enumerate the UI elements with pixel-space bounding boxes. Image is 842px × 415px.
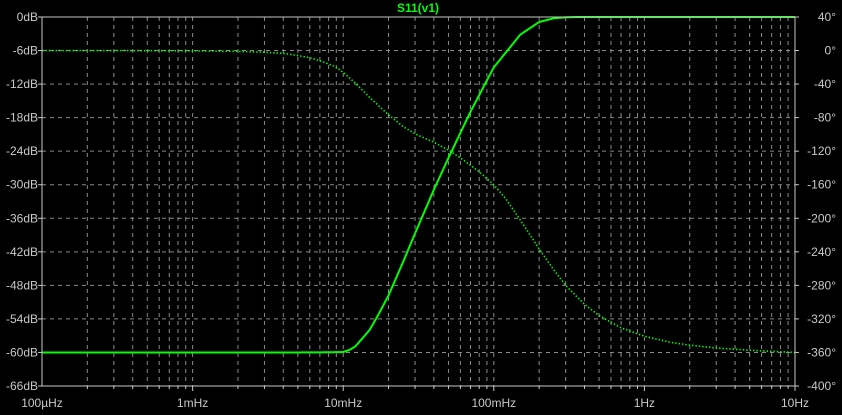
y-left-tick-label: -42dB — [6, 245, 38, 259]
y-left-tick-label: 0dB — [17, 10, 38, 24]
x-tick-label: 1Hz — [634, 396, 655, 410]
y-left-tick-label: -54dB — [6, 312, 38, 326]
y-right-tick-label: -240° — [807, 245, 836, 259]
y-right-tick-label: 40° — [818, 10, 836, 24]
y-right-tick-label: -280° — [807, 278, 836, 292]
y-right-tick-label: -40° — [814, 77, 836, 91]
x-tick-label: 100µHz — [21, 396, 63, 410]
y-right-tick-label: -360° — [807, 345, 836, 359]
y-right-tick-label: 0° — [825, 44, 837, 58]
y-left-tick-label: -66dB — [6, 379, 38, 393]
y-right-tick-label: -80° — [814, 111, 836, 125]
x-tick-label: 10Hz — [781, 396, 809, 410]
y-right-tick-label: -200° — [807, 211, 836, 225]
y-left-tick-label: -12dB — [6, 77, 38, 91]
y-left-tick-label: -48dB — [6, 278, 38, 292]
y-left-tick-label: -6dB — [13, 44, 38, 58]
y-right-tick-label: -160° — [807, 178, 836, 192]
y-left-tick-label: -18dB — [6, 111, 38, 125]
y-right-tick-label: -400° — [807, 379, 836, 393]
bode-plot: 100µHz 1mHz 10mHz 100mHz 1Hz 10Hz 0dB -6dB -12dB… — [0, 0, 842, 415]
y-left-tick-label: -30dB — [6, 178, 38, 192]
y-left-tick-label: -36dB — [6, 211, 38, 225]
plot-canvas: 100µHz 1mHz 10mHz 100mHz 1Hz 10Hz 0dB -6dB -12dB… — [0, 0, 842, 415]
x-tick-label: 1mHz — [177, 396, 208, 410]
y-left-tick-label: -24dB — [6, 144, 38, 158]
y-left-tick-label: -60dB — [6, 345, 38, 359]
x-tick-label: 10mHz — [324, 396, 362, 410]
chart-title: S11(v1) — [397, 1, 439, 15]
y-right-tick-label: -320° — [807, 312, 836, 326]
x-tick-label: 100mHz — [471, 396, 516, 410]
y-right-tick-label: -120° — [807, 144, 836, 158]
